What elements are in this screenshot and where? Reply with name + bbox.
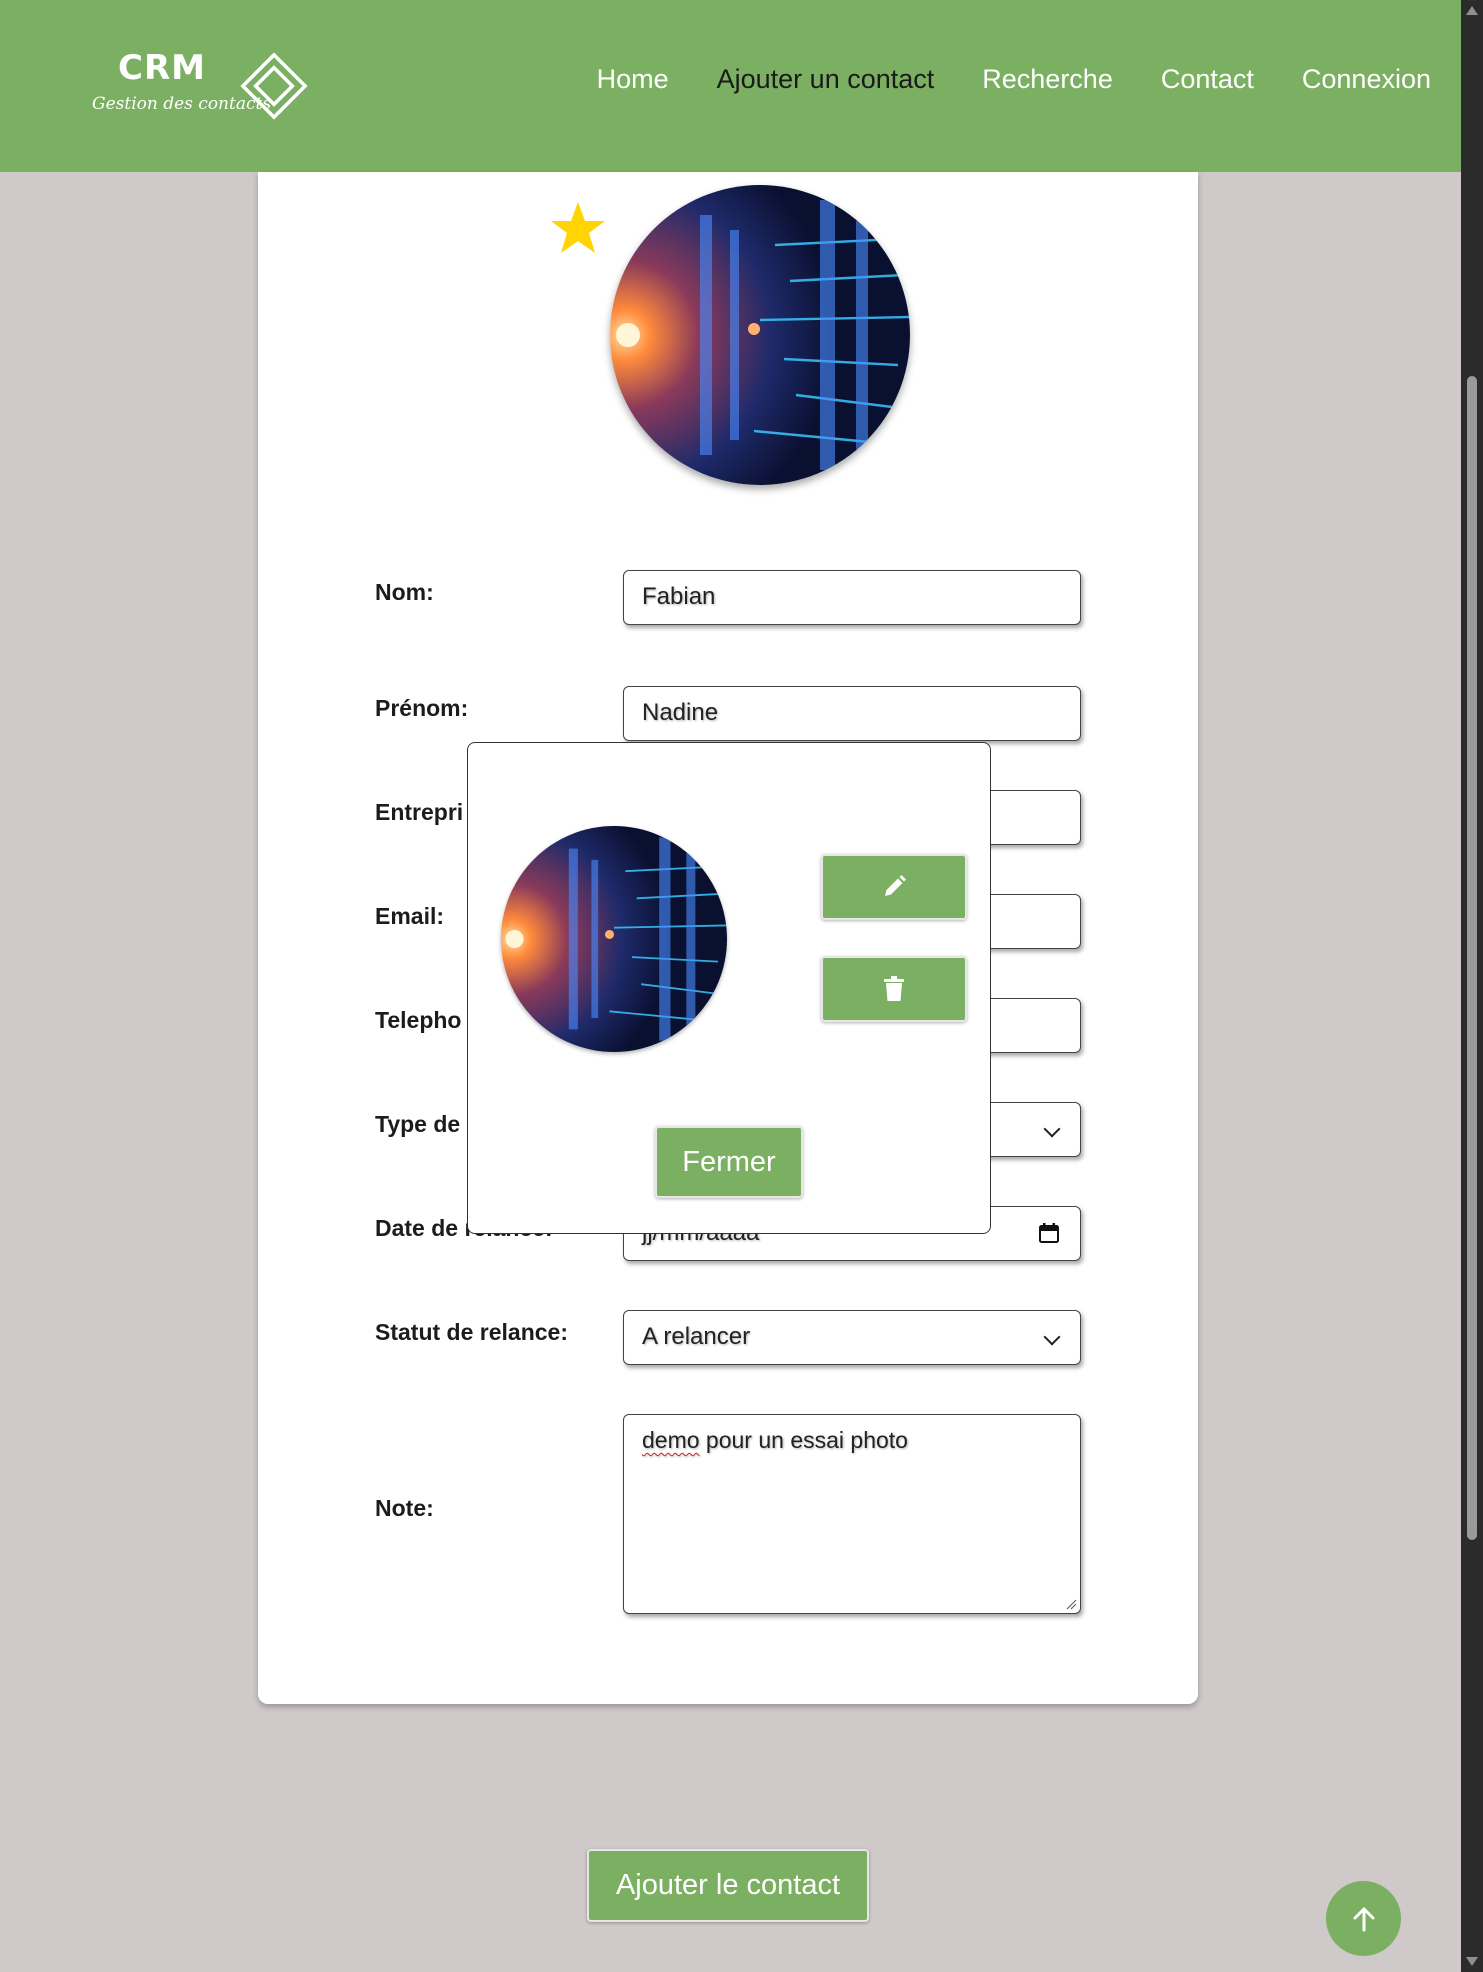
type-label: Type de: [375, 1111, 461, 1137]
page-scrollbar[interactable]: [1461, 0, 1483, 1972]
note-text: pour un essai photo: [699, 1427, 908, 1453]
telephone-label: Telepho: [375, 1007, 462, 1033]
chevron-down-icon: [1043, 1328, 1061, 1346]
scroll-up-arrow-icon[interactable]: [1466, 6, 1478, 15]
nav-connexion[interactable]: Connexion: [1302, 64, 1431, 95]
email-label: Email:: [375, 903, 445, 929]
nom-input[interactable]: Fabian: [623, 570, 1081, 625]
scroll-thumb[interactable]: [1467, 376, 1477, 1540]
favorite-star-icon[interactable]: [549, 200, 607, 256]
main-nav: Home Ajouter un contact Recherche Contac…: [597, 64, 1431, 95]
entreprise-label: Entrepri: [375, 799, 464, 825]
pencil-icon: [885, 875, 906, 896]
note-label: Note:: [375, 1495, 434, 1521]
nav-ajouter-contact[interactable]: Ajouter un contact: [717, 64, 935, 95]
nav-contact[interactable]: Contact: [1161, 64, 1254, 95]
close-modal-button[interactable]: Fermer: [655, 1126, 803, 1198]
nav-home[interactable]: Home: [597, 64, 669, 95]
edit-photo-button[interactable]: [821, 854, 967, 920]
site-header: CRM Gestion des contacts Home Ajouter un…: [0, 0, 1461, 172]
prenom-label: Prénom:: [375, 695, 469, 721]
contact-photo[interactable]: [610, 185, 910, 485]
statut-relance-label: Statut de relance:: [375, 1319, 568, 1345]
trash-icon: [884, 976, 904, 1001]
calendar-icon[interactable]: [1038, 1222, 1060, 1244]
crm-logo[interactable]: CRM Gestion des contacts: [92, 48, 322, 128]
delete-photo-button[interactable]: [821, 956, 967, 1022]
add-contact-button[interactable]: Ajouter le contact: [587, 1849, 869, 1922]
note-textarea[interactable]: demo pour un essai photo: [623, 1414, 1081, 1614]
logo-title: CRM: [118, 48, 206, 88]
arrow-up-icon: [1353, 1907, 1374, 1931]
nom-label: Nom:: [375, 579, 434, 605]
statut-relance-value: A relancer: [642, 1323, 751, 1350]
chevron-down-icon: [1043, 1120, 1061, 1138]
resize-grip-icon[interactable]: [1065, 1598, 1077, 1610]
spellcheck-word: demo: [642, 1427, 700, 1453]
scroll-down-arrow-icon[interactable]: [1466, 1957, 1478, 1966]
nav-recherche[interactable]: Recherche: [982, 64, 1113, 95]
diamond-logo-icon: [240, 52, 308, 120]
modal-contact-photo: [501, 826, 727, 1052]
back-to-top-button[interactable]: [1326, 1881, 1401, 1956]
statut-relance-select[interactable]: A relancer: [623, 1310, 1081, 1365]
prenom-input[interactable]: Nadine: [623, 686, 1081, 741]
